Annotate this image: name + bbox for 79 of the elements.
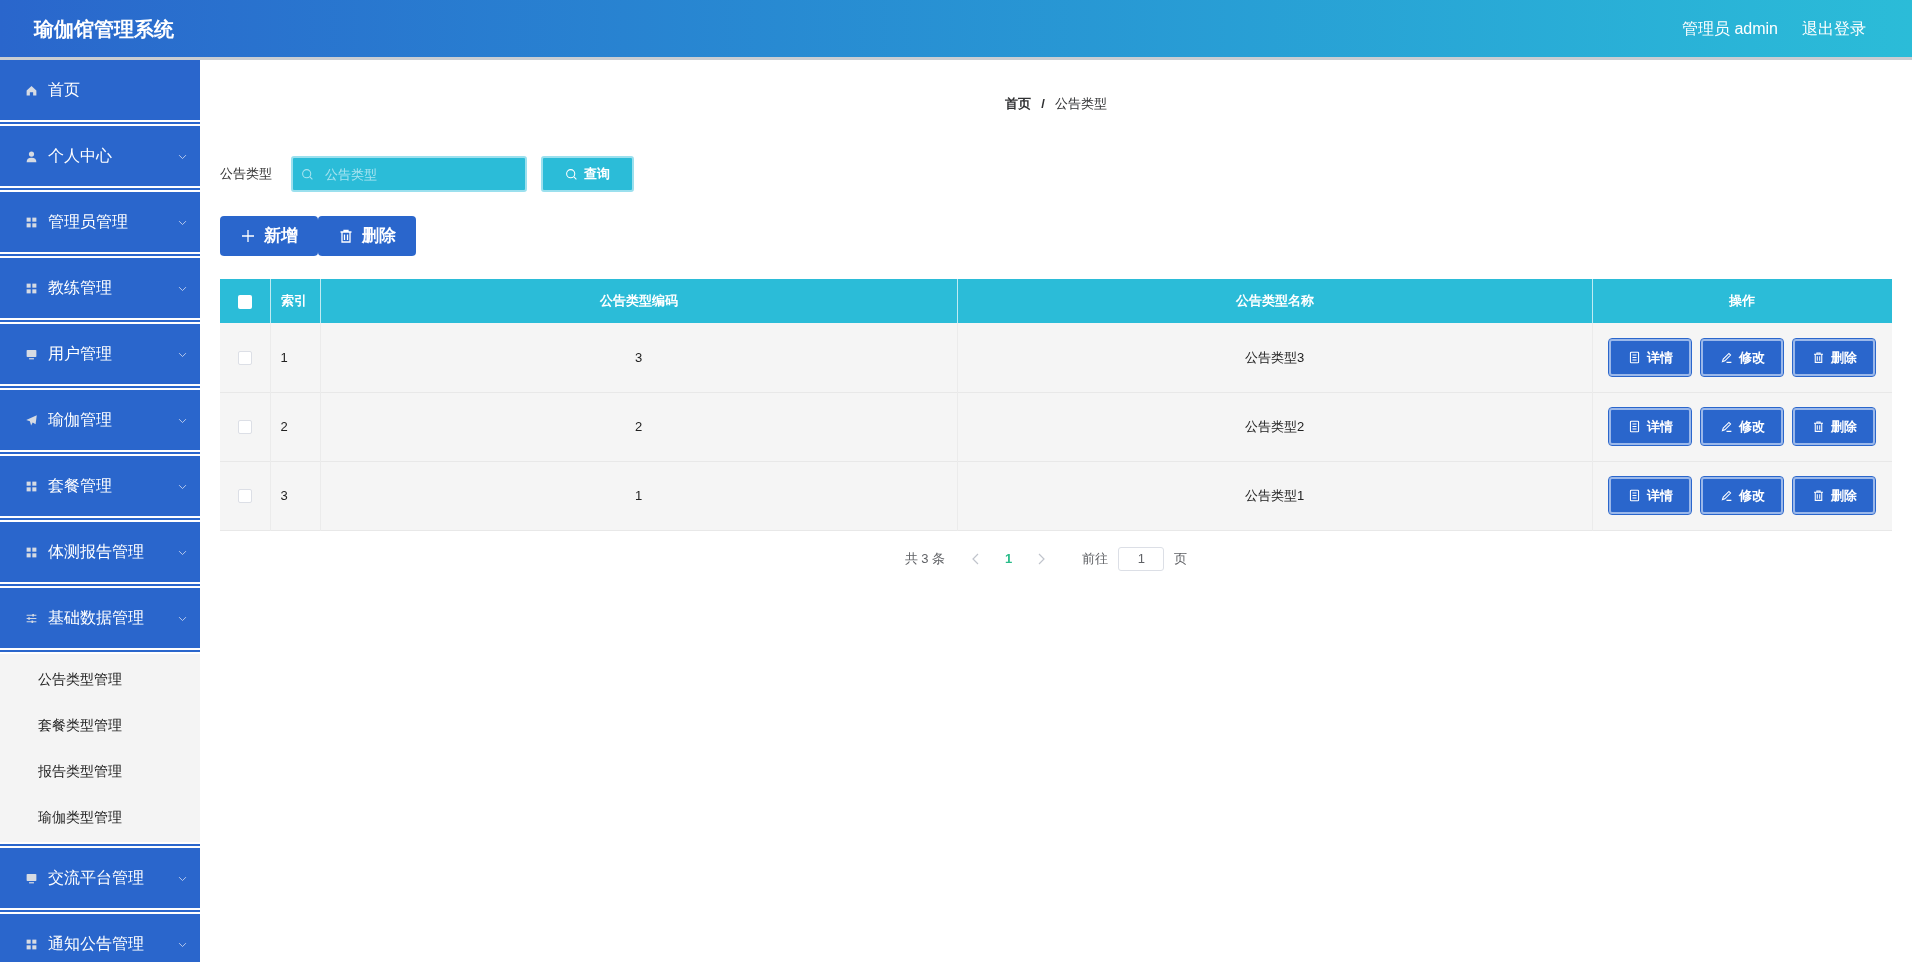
menu-item[interactable]: 用户管理	[0, 324, 200, 384]
grid-icon	[25, 545, 38, 559]
delete-button[interactable]: 删除	[1793, 408, 1876, 445]
table-cell: 公告类型1	[1244, 487, 1305, 503]
user-icon	[25, 149, 38, 163]
breadcrumb-separator: /	[1041, 94, 1045, 113]
menu-item[interactable]: 交流平台管理	[0, 848, 200, 908]
table-cell: 1	[280, 349, 288, 365]
pencil-icon	[1719, 420, 1733, 433]
home-icon	[25, 83, 38, 97]
menu-item[interactable]: 瑜伽管理	[0, 390, 200, 450]
table-cell: 3	[634, 349, 643, 365]
paper-plane-icon	[25, 413, 38, 427]
menu-item[interactable]: 管理员管理	[0, 192, 200, 252]
menu-item[interactable]: 个人中心	[0, 126, 200, 186]
table-cell: 3	[280, 487, 288, 503]
breadcrumb-link[interactable]: 首页	[1005, 93, 1032, 114]
search-field[interactable]: 公告类型	[291, 156, 527, 192]
detail-button[interactable]: 详情	[1609, 408, 1692, 445]
edit-button[interactable]: 修改	[1701, 477, 1784, 514]
delete-button[interactable]: 删除	[318, 216, 416, 256]
edit-button[interactable]: 修改	[1701, 338, 1784, 376]
grid-icon	[25, 479, 38, 493]
grid-icon	[25, 215, 38, 229]
trash-icon	[1811, 489, 1825, 502]
table-cell: 公告类型2	[1244, 418, 1305, 434]
plus-icon	[240, 228, 256, 244]
column-header: 索引	[270, 279, 320, 323]
delete-button[interactable]: 删除	[1793, 338, 1876, 376]
trash-icon	[1811, 420, 1825, 433]
trash-icon	[338, 228, 354, 244]
submenu-item[interactable]: 报告类型管理	[38, 760, 122, 782]
select-all-checkbox[interactable]	[237, 294, 252, 309]
page-suffix: 页	[1174, 549, 1188, 568]
menu-item[interactable]: 通知公告管理	[0, 914, 200, 962]
pencil-icon	[1719, 350, 1733, 364]
document-icon	[1627, 489, 1641, 502]
menu-item[interactable]: 首页	[0, 60, 200, 120]
menu-item[interactable]: 体测报告管理	[0, 522, 200, 582]
menu-item[interactable]: 基础数据管理	[0, 588, 200, 648]
column-header: 公告类型编码	[320, 279, 957, 323]
row-checkbox[interactable]	[237, 420, 252, 435]
document-icon	[1627, 420, 1641, 433]
row-checkbox[interactable]	[237, 351, 252, 366]
goto-label: 前往	[1082, 549, 1109, 568]
breadcrumb-link[interactable]: 公告类型	[1054, 93, 1107, 114]
delete-button[interactable]: 删除	[1793, 477, 1876, 514]
sliders-icon	[25, 611, 38, 625]
user-name: 管理员 admin	[1681, 18, 1778, 39]
edit-button[interactable]: 修改	[1701, 408, 1784, 445]
search-icon	[565, 167, 578, 181]
page-input[interactable]: 1	[1118, 546, 1165, 571]
detail-button[interactable]: 详情	[1609, 477, 1692, 514]
grid-icon	[25, 937, 38, 951]
document-icon	[1627, 350, 1641, 364]
table-cell: 2	[634, 418, 643, 434]
table-cell: 1	[634, 487, 643, 503]
submenu-item[interactable]: 公告类型管理	[38, 668, 122, 690]
table-cell: 公告类型3	[1244, 349, 1305, 365]
menu-item[interactable]: 教练管理	[0, 258, 200, 318]
grid-icon	[25, 281, 38, 295]
table-cell: 2	[280, 418, 288, 434]
column-header: 操作	[1592, 279, 1892, 323]
column-header: 公告类型名称	[957, 279, 1592, 323]
pencil-icon	[1719, 489, 1733, 502]
submenu-item[interactable]: 瑜伽类型管理	[38, 806, 122, 828]
menu-item[interactable]: 套餐管理	[0, 456, 200, 516]
row-checkbox[interactable]	[237, 489, 252, 504]
detail-button[interactable]: 详情	[1609, 338, 1692, 376]
app-title: 瑜伽馆管理系统	[32, 16, 174, 42]
add-button[interactable]: 新增	[220, 216, 318, 256]
search-icon	[301, 168, 314, 181]
monitor-icon	[25, 871, 38, 885]
submenu-item[interactable]: 套餐类型管理	[38, 714, 122, 736]
trash-icon	[1811, 350, 1825, 364]
next-page-icon[interactable]	[1036, 552, 1047, 565]
search-label: 公告类型	[220, 165, 273, 184]
total-count: 共 3 条	[904, 549, 946, 568]
monitor-icon	[25, 347, 38, 361]
